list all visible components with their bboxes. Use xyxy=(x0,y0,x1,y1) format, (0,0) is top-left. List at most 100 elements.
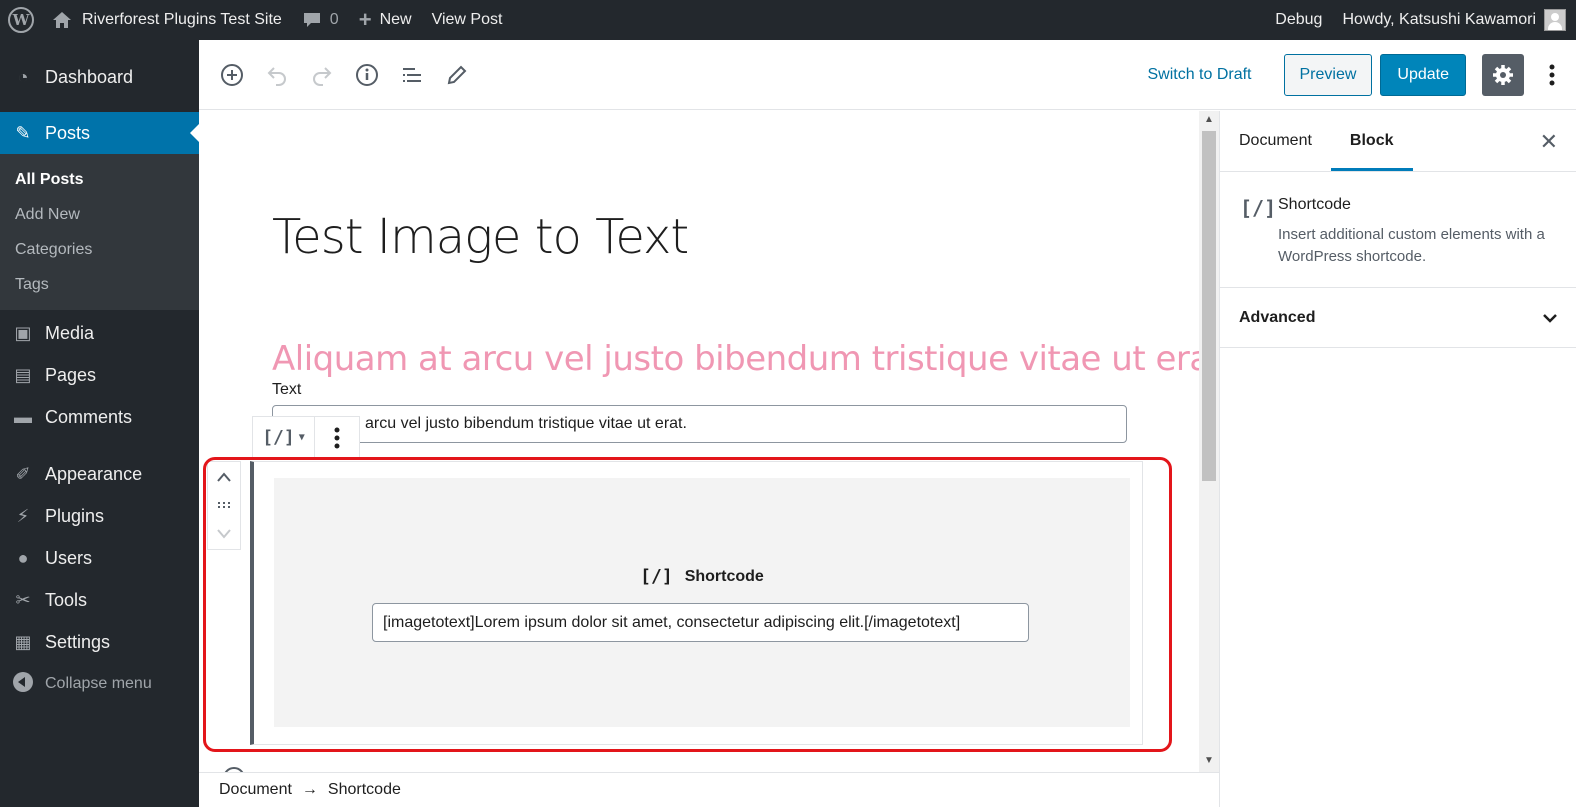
preview-button[interactable]: Preview xyxy=(1283,53,1373,96)
close-icon[interactable]: ✕ xyxy=(1540,129,1558,155)
list-icon xyxy=(402,67,421,82)
menu-item-media[interactable]: ▣ Media xyxy=(0,312,199,354)
menu-label: Appearance xyxy=(45,463,143,484)
redo-icon xyxy=(312,66,331,86)
comments-link[interactable]: 0 xyxy=(292,0,349,40)
wordpress-logo-button[interactable]: W xyxy=(0,0,42,40)
settings-sidebar: Document Block ✕ [/] Shortcode Insert ad… xyxy=(1219,111,1576,807)
submenu-add-new[interactable]: Add New xyxy=(0,197,199,232)
menu-label: Users xyxy=(45,547,93,568)
block-type-switcher[interactable]: [/] ▼ xyxy=(253,417,315,458)
tab-document[interactable]: Document xyxy=(1220,111,1331,171)
menu-item-plugins[interactable]: ⚡ Plugins xyxy=(0,495,199,537)
comments-icon: ▬ xyxy=(14,406,32,427)
pencil-icon xyxy=(447,65,466,84)
menu-label: Tools xyxy=(45,589,88,610)
menu-label: Comments xyxy=(45,406,133,427)
menu-label: Pages xyxy=(45,364,97,385)
admin-bar: W Riverforest Plugins Test Site 0 + New … xyxy=(0,0,1576,40)
block-breadcrumb: Document → Shortcode xyxy=(199,772,1219,807)
shortcode-icon: [/] xyxy=(1240,196,1277,220)
account-menu[interactable]: Howdy, Katsushi Kawamori xyxy=(1332,0,1576,40)
text-field-label: Text xyxy=(272,381,302,398)
block-more-options-button[interactable] xyxy=(315,417,359,458)
plus-circle-icon xyxy=(220,63,243,86)
update-button[interactable]: Update xyxy=(1380,53,1466,96)
editor-scrollbar[interactable]: ▲ ▼ xyxy=(1199,111,1219,772)
avatar xyxy=(1544,9,1566,31)
menu-label: Settings xyxy=(45,631,111,652)
breadcrumb-current: Shortcode xyxy=(327,781,401,798)
block-card: [/] Shortcode Insert additional custom e… xyxy=(1220,172,1576,288)
menu-item-pages[interactable]: ▤ Pages xyxy=(0,354,199,396)
breadcrumb-document[interactable]: Document xyxy=(219,781,292,799)
scrollbar-thumb[interactable] xyxy=(1202,131,1216,481)
menu-item-appearance[interactable]: ✐ Appearance xyxy=(0,453,199,495)
tools-mode-button[interactable] xyxy=(434,52,479,97)
plugins-icon: ⚡ xyxy=(16,505,30,526)
pin-icon: ✎ xyxy=(15,122,31,143)
highlight-annotation xyxy=(203,457,1172,752)
menu-item-dashboard[interactable]: ◔ Dashboard xyxy=(0,56,199,98)
editor-canvas: Test Image to Text Aliquam at arcu vel j… xyxy=(199,111,1199,772)
text-field-value: arcu vel justo bibendum tristique vitae … xyxy=(365,415,687,432)
media-icon: ▣ xyxy=(14,322,32,343)
content-info-button[interactable] xyxy=(344,52,389,97)
gear-icon xyxy=(1493,64,1513,85)
menu-label: Dashboard xyxy=(45,66,134,87)
comment-bubble-icon xyxy=(303,13,320,27)
text-field[interactable]: arcu vel justo bibendum tristique vitae … xyxy=(272,405,1127,443)
submenu-tags[interactable]: Tags xyxy=(0,267,199,302)
admin-sidebar: ◔ Dashboard ✎ Posts All Posts Add New Ca… xyxy=(0,40,199,807)
submenu-all-posts[interactable]: All Posts xyxy=(0,162,199,197)
advanced-panel-toggle[interactable]: Advanced xyxy=(1220,288,1576,348)
site-name-link[interactable]: Riverforest Plugins Test Site xyxy=(42,0,292,40)
home-icon xyxy=(53,12,71,28)
scroll-down-arrow-icon[interactable]: ▼ xyxy=(1199,752,1219,770)
menu-item-tools[interactable]: ✂ Tools xyxy=(0,579,199,621)
breadcrumb-separator: → xyxy=(301,781,318,798)
more-vertical-icon xyxy=(334,427,340,448)
appearance-icon: ✐ xyxy=(15,463,31,484)
shortcode-icon: [/] xyxy=(262,427,295,448)
switch-to-draft-button[interactable]: Switch to Draft xyxy=(1147,66,1251,84)
block-navigation-button[interactable] xyxy=(389,52,434,97)
undo-button[interactable] xyxy=(254,52,299,97)
tab-block[interactable]: Block xyxy=(1330,111,1413,171)
heading-block[interactable]: Aliquam at arcu vel justo bibendum trist… xyxy=(272,339,1199,379)
advanced-label: Advanced xyxy=(1239,308,1316,326)
menu-item-posts[interactable]: ✎ Posts xyxy=(0,112,199,154)
submenu-categories[interactable]: Categories xyxy=(0,232,199,267)
settings-toggle-button[interactable] xyxy=(1482,53,1524,96)
view-post-link[interactable]: View Post xyxy=(422,0,513,40)
greeting: Howdy, Katsushi Kawamori xyxy=(1342,11,1536,28)
scroll-up-arrow-icon[interactable]: ▲ xyxy=(1199,111,1219,129)
add-block-button[interactable] xyxy=(209,52,254,97)
plus-icon: + xyxy=(358,7,372,32)
debug-link[interactable]: Debug xyxy=(1265,0,1332,40)
users-icon: ● xyxy=(17,547,29,568)
menu-label: Plugins xyxy=(45,505,105,526)
menu-item-comments[interactable]: ▬ Comments xyxy=(0,396,199,438)
menu-item-users[interactable]: ● Users xyxy=(0,537,199,579)
posts-submenu: All Posts Add New Categories Tags xyxy=(0,154,199,310)
more-vertical-icon xyxy=(1549,64,1555,85)
menu-label: Media xyxy=(45,322,95,343)
comments-count: 0 xyxy=(329,11,339,28)
collapse-icon xyxy=(13,671,33,692)
wordpress-icon: W xyxy=(8,7,34,33)
info-icon xyxy=(355,63,378,86)
collapse-icon-wrap xyxy=(10,671,36,697)
pages-icon: ▤ xyxy=(14,364,32,385)
editor-header: Switch to Draft Preview Update xyxy=(199,40,1576,110)
tools-icon: ✂ xyxy=(15,589,31,610)
dashboard-icon: ◔ xyxy=(17,66,29,87)
post-title[interactable]: Test Image to Text xyxy=(272,209,689,265)
more-tools-button[interactable] xyxy=(1540,64,1564,86)
view-post-label: View Post xyxy=(431,11,503,28)
collapse-menu-button[interactable]: Collapse menu xyxy=(0,663,199,705)
redo-button[interactable] xyxy=(299,52,344,97)
new-content-link[interactable]: + New xyxy=(349,0,422,40)
menu-item-settings[interactable]: ▦ Settings xyxy=(0,621,199,663)
site-name: Riverforest Plugins Test Site xyxy=(82,11,282,28)
